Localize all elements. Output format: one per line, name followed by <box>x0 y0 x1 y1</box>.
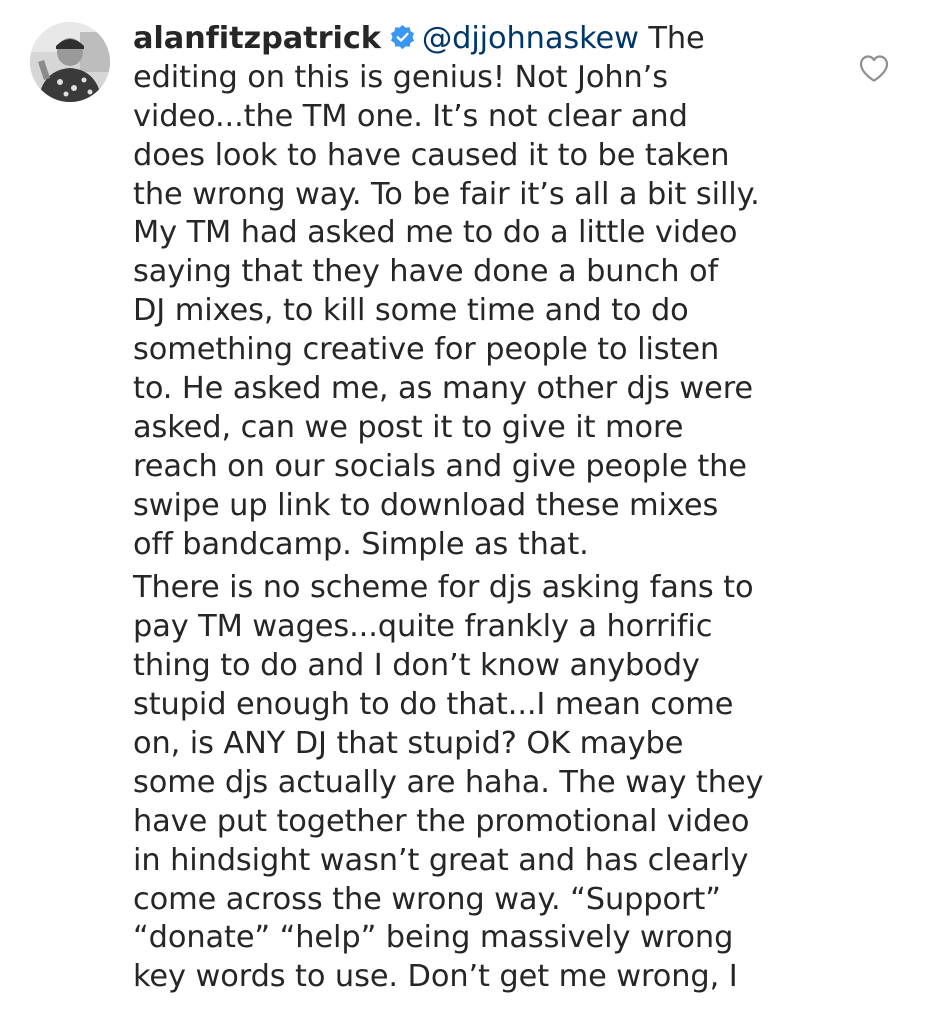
comment-line: to. He asked me, as many other djs were <box>133 371 754 407</box>
comment-line: something creative for people to listen <box>133 332 720 368</box>
comment-text: alanfitzpatrick @djjohnaskew The editing … <box>133 20 823 997</box>
comment: alanfitzpatrick @djjohnaskew The editing … <box>0 0 942 1024</box>
comment-line: stupid enough to do that...I mean come <box>133 687 734 723</box>
comment-line: pay TM wages...quite frankly a horrific <box>133 609 713 645</box>
comment-line: video...the TM one. It’s not clear and <box>133 98 688 134</box>
comment-line: in hindsight wasn’t great and has clearl… <box>133 842 749 878</box>
comment-line: My TM had asked me to do a little video <box>133 215 738 251</box>
comment-line: saying that they have done a bunch of <box>133 254 719 290</box>
comment-line: key words to use. Don’t get me wrong, I <box>133 959 738 995</box>
comment-line: “donate” “help” being massively wrong <box>133 920 734 956</box>
comment-line: have put together the promotional video <box>133 803 750 839</box>
comment-line: some djs actually are haha. The way they <box>133 764 764 800</box>
comment-line: the wrong way. To be fair it’s all a bit… <box>133 176 760 212</box>
verified-badge-icon <box>390 24 414 50</box>
comment-line: come across the wrong way. “Support” <box>133 881 721 917</box>
comment-line: does look to have caused it to be taken <box>133 137 730 173</box>
username-link[interactable]: alanfitzpatrick <box>133 21 381 56</box>
avatar[interactable] <box>30 22 110 102</box>
comment-line: on, is ANY DJ that stupid? OK maybe <box>133 726 684 762</box>
comment-line: editing on this is genius! Not John’s <box>133 59 668 95</box>
like-button[interactable] <box>858 53 890 83</box>
mention-link[interactable]: @djjohnaskew <box>422 21 639 56</box>
comment-text-segment: The <box>638 21 705 56</box>
comment-line: DJ mixes, to kill some time and to do <box>133 293 689 329</box>
comment-line: reach on our socials and give people the <box>133 448 747 484</box>
comment-line: swipe up link to download these mixes <box>133 487 719 523</box>
comment-line: off bandcamp. Simple as that. <box>133 526 589 562</box>
avatar-image <box>30 22 110 102</box>
comment-line: thing to do and I don’t know anybody <box>133 648 700 684</box>
comment-line: There is no scheme for djs asking fans t… <box>133 570 754 606</box>
comment-line: asked, can we post it to give it more <box>133 409 684 445</box>
comment-first-line: alanfitzpatrick @djjohnaskew The <box>133 20 823 59</box>
heart-outline-icon <box>859 55 889 82</box>
